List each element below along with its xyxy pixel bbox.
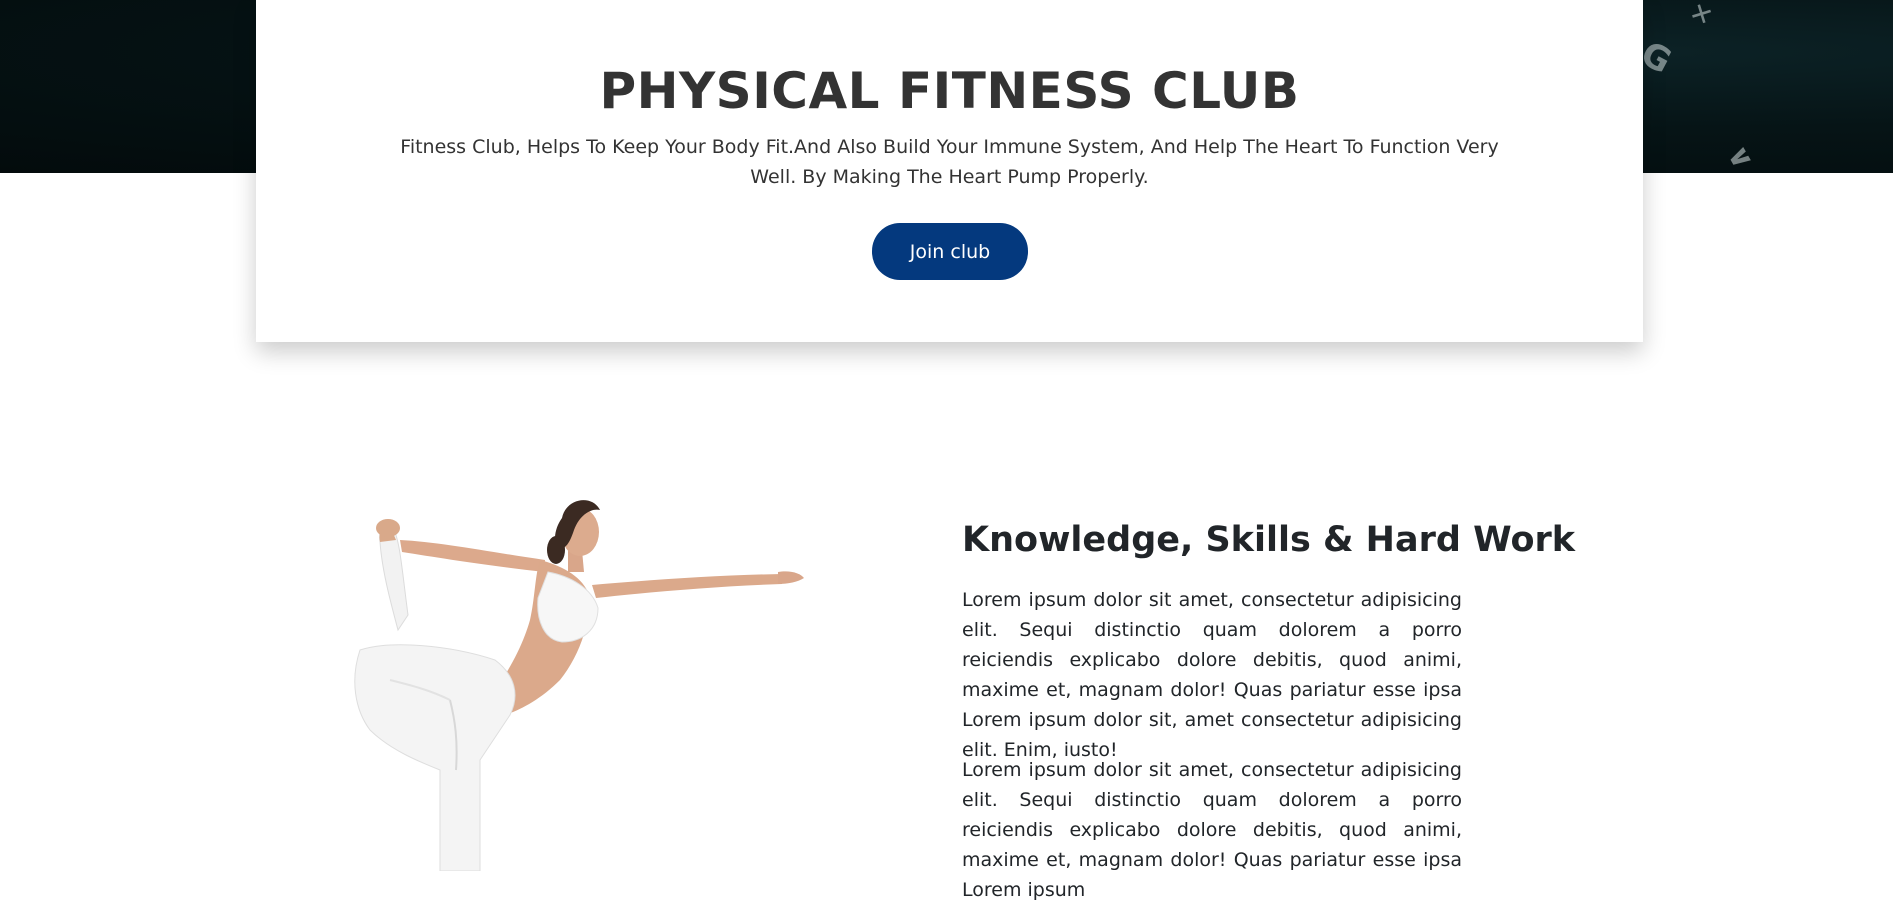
hero-description: Fitness Club, Helps To Keep Your Body Fi… bbox=[400, 136, 1499, 188]
join-club-button[interactable]: Join club bbox=[872, 223, 1028, 280]
about-paragraph: Lorem ipsum dolor sit amet, consectetur … bbox=[962, 589, 1462, 761]
hero-card: PHYSICAL FITNESS CLUB Fitness Club, Help… bbox=[256, 0, 1643, 342]
background-decoration: ✕ bbox=[1684, 0, 1718, 34]
background-decoration: ∨ bbox=[1718, 138, 1762, 173]
about-paragraph: Lorem ipsum dolor sit amet, consectetur … bbox=[962, 759, 1462, 901]
hero-title: PHYSICAL FITNESS CLUB bbox=[599, 62, 1300, 120]
section-title: Knowledge, Skills & Hard Work bbox=[962, 520, 1576, 560]
yoga-woman-image bbox=[330, 480, 870, 871]
